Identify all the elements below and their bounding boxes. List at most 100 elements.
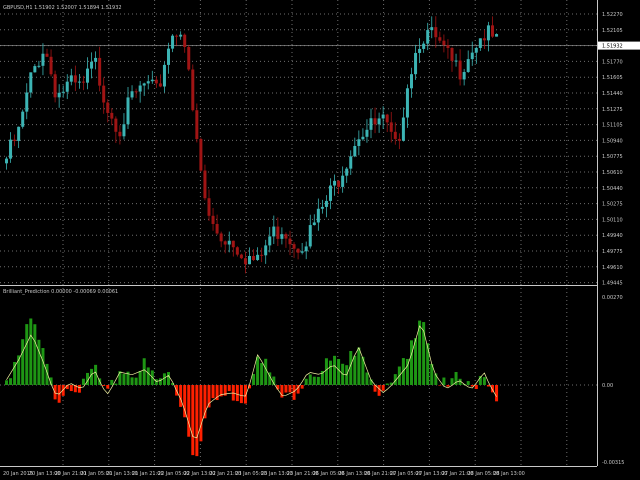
candle-body: [369, 118, 373, 130]
candle-body: [223, 241, 227, 245]
candle-body: [195, 110, 199, 140]
histogram-bar: [316, 376, 320, 385]
price-label: 1.50775: [602, 154, 623, 160]
candle-body: [458, 60, 462, 80]
candle-body: [268, 236, 272, 246]
histogram-bar: [304, 378, 308, 385]
candle-body: [486, 25, 490, 41]
histogram-bar: [122, 373, 126, 385]
histogram-bar: [385, 383, 389, 385]
candle-body: [284, 234, 288, 239]
indicator-axis-label: -0.00315: [602, 460, 624, 466]
candle-body: [49, 56, 53, 75]
candle-body: [377, 118, 381, 125]
candle-body: [191, 69, 195, 111]
candle-body: [329, 185, 332, 201]
histogram-bar: [300, 385, 304, 389]
candle-body: [134, 91, 138, 93]
candle-body: [219, 233, 223, 242]
candle-body: [495, 34, 499, 37]
candle-body: [333, 180, 337, 186]
candle-body: [438, 37, 442, 41]
indicator-info: Brilliant_Prediction 0.00000 -0.00069 0.…: [3, 289, 118, 295]
candle-body: [239, 254, 243, 259]
candle-body: [361, 136, 365, 140]
histogram-bar: [324, 358, 328, 385]
candle-body: [252, 256, 256, 261]
time-axis[interactable]: 20 Jan 201520 Jan 13:0020 Jan 21:0021 Ja…: [3, 471, 525, 477]
chart-background: [0, 0, 640, 480]
candle-body: [341, 175, 345, 187]
price-label: 1.49940: [602, 233, 623, 239]
symbol-info: GBPUSD,H1 1.51902 1.52007 1.51894 1.5193…: [3, 5, 122, 11]
price-label: 1.51105: [602, 123, 623, 129]
histogram-bar: [252, 373, 256, 385]
candle-body: [272, 226, 276, 237]
histogram-bar: [243, 385, 247, 404]
price-chart[interactable]: 1.52270 1.52105 1.51932 1.51770 1.51605 1.514…: [0, 0, 640, 480]
candle-body: [353, 145, 357, 157]
candle-body: [474, 47, 478, 53]
price-label: 1.51932: [602, 44, 623, 50]
candle-body: [280, 234, 284, 239]
histogram-bar: [29, 318, 33, 385]
candle-body: [235, 247, 239, 255]
histogram-bar: [329, 360, 332, 385]
histogram-bar: [130, 377, 134, 385]
histogram-bar: [486, 385, 490, 387]
candle-body: [207, 198, 211, 216]
candle-body: [288, 238, 292, 245]
histogram-bar: [167, 372, 170, 385]
candle-body: [304, 246, 308, 252]
candle-body: [349, 156, 353, 169]
histogram-bar: [450, 378, 454, 385]
candle-body: [418, 48, 422, 53]
histogram-bar: [239, 385, 243, 404]
candle-body: [422, 43, 426, 49]
price-label: 1.49445: [602, 281, 623, 287]
indicator-axis-label: 0.00270: [602, 295, 623, 301]
histogram-bar: [288, 385, 292, 393]
candle-body: [211, 215, 215, 224]
candle-body: [324, 200, 328, 207]
candle-body: [401, 117, 405, 141]
candle-body: [41, 53, 45, 66]
candle-body: [138, 85, 142, 92]
candle-body: [171, 35, 175, 49]
histogram-bar: [5, 380, 8, 385]
candle-body: [256, 254, 260, 261]
histogram-bar: [9, 378, 13, 385]
histogram-bar: [426, 343, 430, 385]
histogram-bar: [438, 385, 442, 386]
price-label: 1.51770: [602, 59, 623, 65]
histogram-bar: [199, 385, 203, 442]
candle-body: [53, 74, 57, 98]
candle-body: [462, 71, 466, 80]
price-label: 1.49610: [602, 265, 623, 271]
histogram-bar: [227, 385, 231, 392]
histogram-bar: [410, 340, 413, 385]
candle-body: [90, 61, 94, 69]
candle-body: [9, 139, 13, 159]
candle-body: [81, 81, 85, 83]
histogram-bar: [142, 358, 146, 385]
histogram-bar: [446, 385, 450, 387]
histogram-bar: [353, 355, 357, 385]
histogram-bar: [495, 385, 499, 402]
price-label: 1.51275: [602, 107, 623, 113]
candle-body: [98, 57, 102, 86]
histogram-bar: [25, 324, 29, 385]
candle-body: [264, 245, 268, 256]
candle-body: [300, 251, 304, 253]
candle-body: [426, 30, 430, 44]
histogram-bar: [365, 372, 369, 385]
candle-body: [243, 258, 247, 265]
price-label: 1.50940: [602, 138, 623, 144]
candle-body: [470, 52, 474, 60]
price-label: 1.52105: [602, 28, 623, 34]
histogram-bar: [474, 385, 478, 390]
candle-body: [118, 131, 122, 137]
price-label: 1.51605: [602, 75, 623, 81]
histogram-bar: [414, 338, 418, 385]
histogram-bar: [280, 385, 284, 398]
